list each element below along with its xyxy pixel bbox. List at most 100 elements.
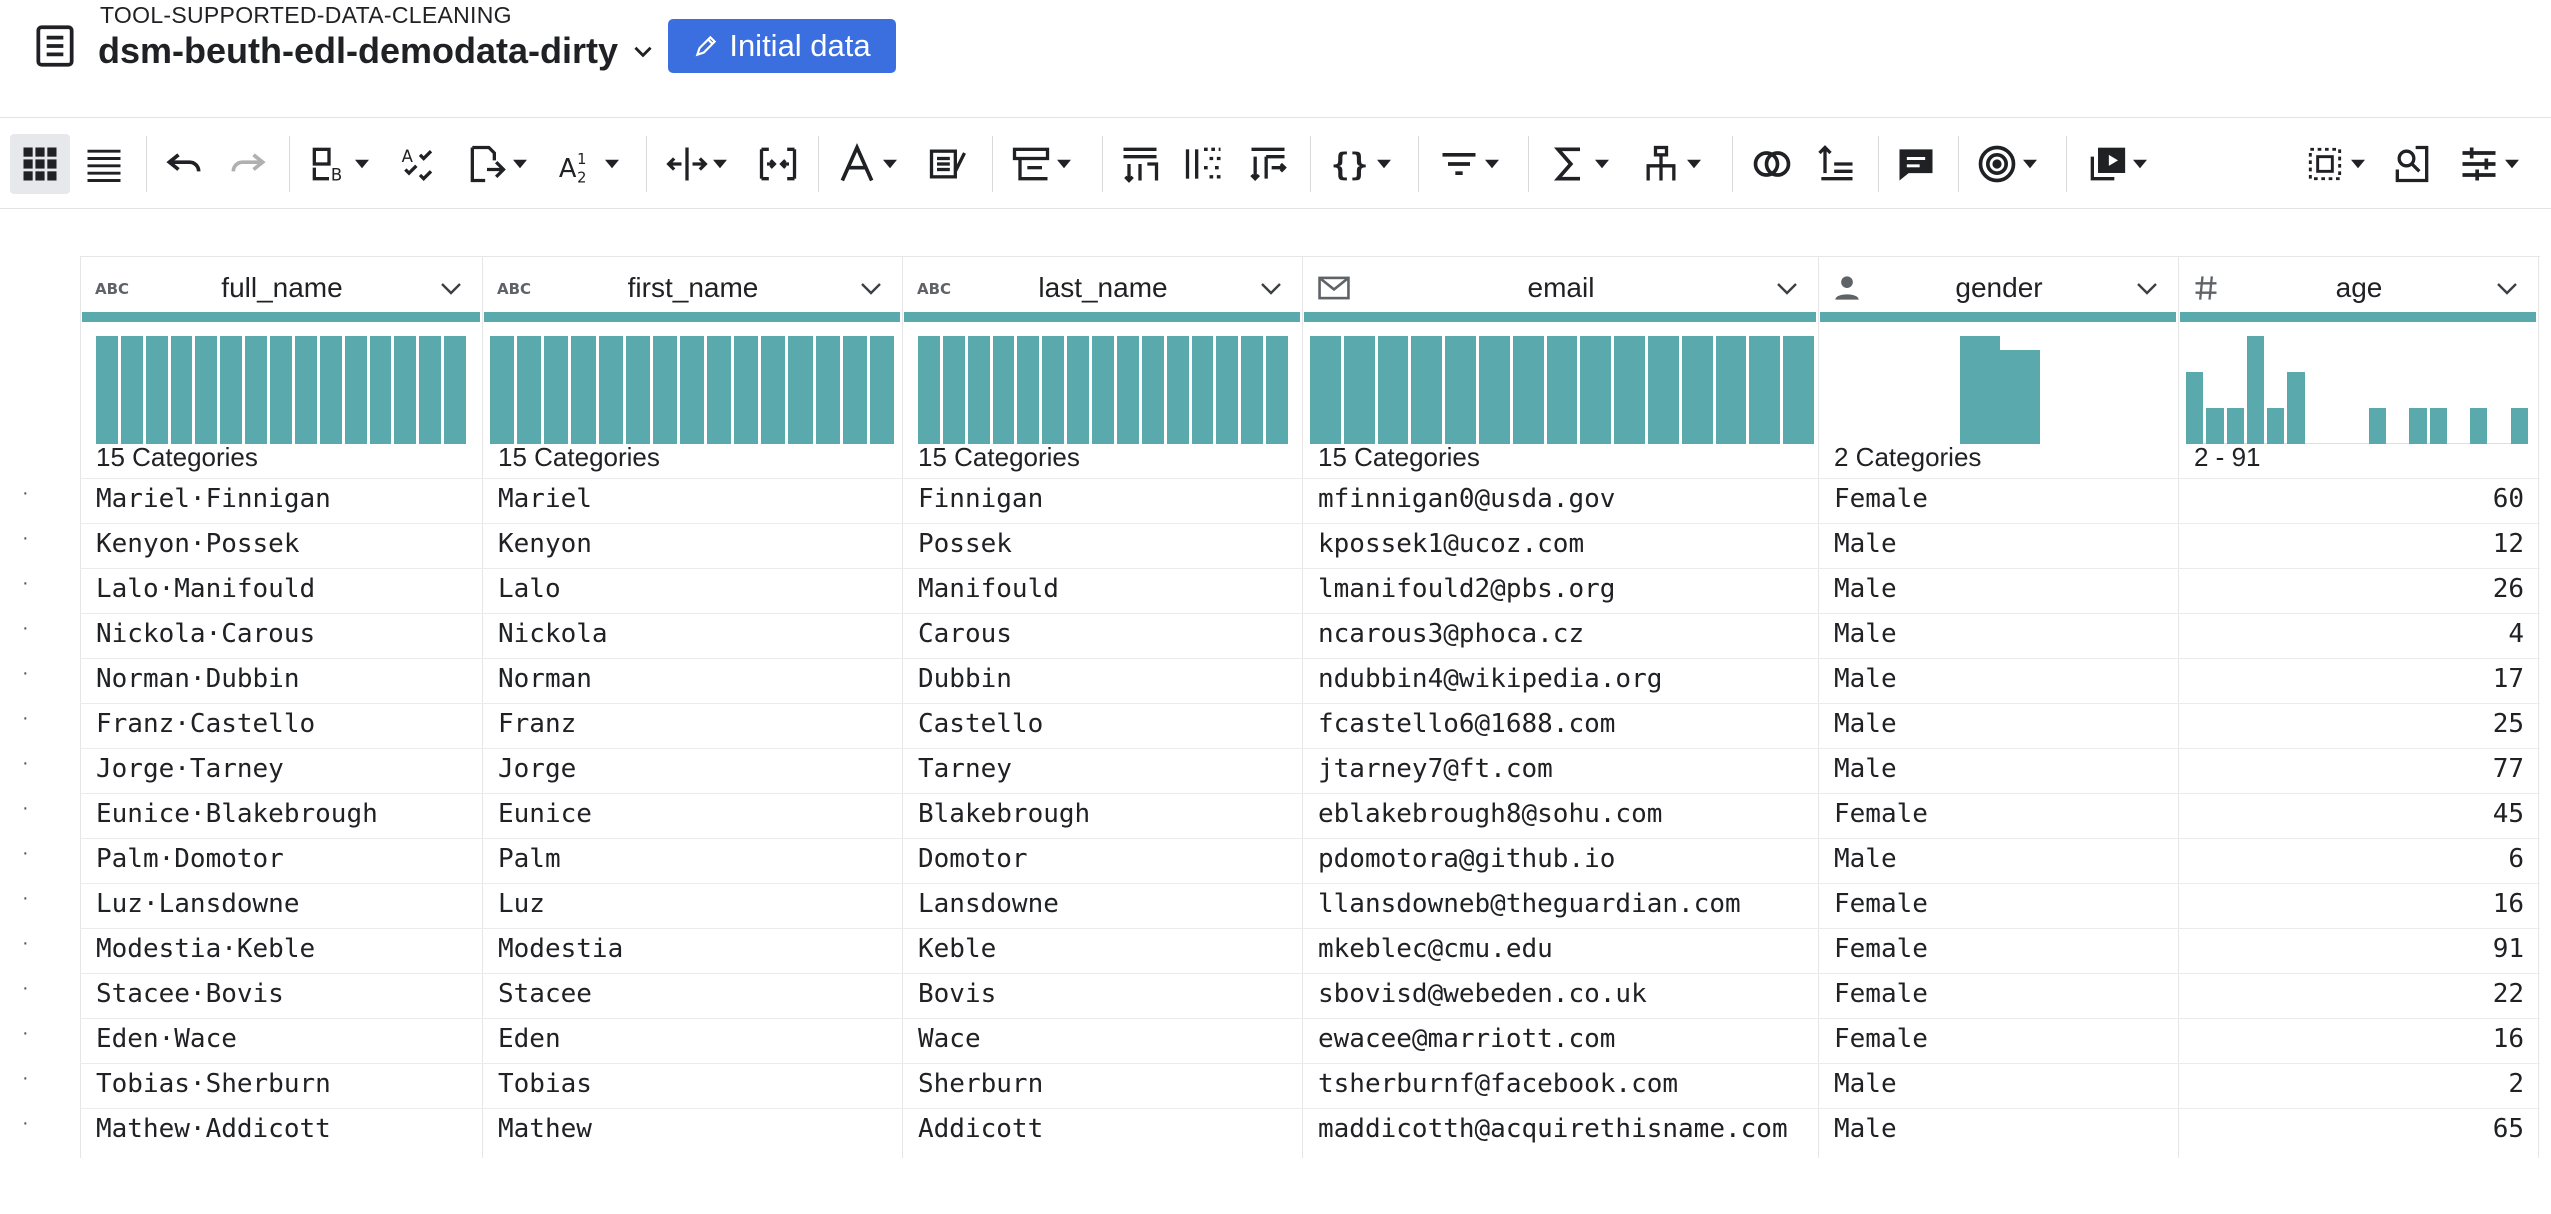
cell-gender[interactable]: Male: [1834, 754, 1897, 784]
histogram-bar[interactable]: [444, 336, 466, 444]
histogram-bar[interactable]: [1614, 336, 1645, 444]
cell-full-name[interactable]: Palm·Domotor: [96, 844, 284, 874]
cell-last-name[interactable]: Possek: [918, 529, 1012, 559]
histogram-bar[interactable]: [96, 336, 118, 444]
table-row[interactable]: [80, 658, 2540, 703]
cell-gender[interactable]: Female: [1834, 799, 1928, 829]
table-row[interactable]: [80, 478, 2540, 523]
cell-full-name[interactable]: Mariel·Finnigan: [96, 484, 331, 514]
histogram-bar[interactable]: [220, 336, 243, 444]
table-row[interactable]: [80, 568, 2540, 613]
histogram-bar[interactable]: [270, 336, 292, 444]
filter-rows-button[interactable]: [1112, 134, 1168, 194]
cell-last-name[interactable]: Domotor: [918, 844, 1028, 874]
histogram-bar[interactable]: [1512, 336, 1544, 444]
cell-first-name[interactable]: Mathew: [498, 1114, 592, 1144]
column-header-email[interactable]: email: [1304, 256, 1818, 318]
cell-full-name[interactable]: Jorge·Tarney: [96, 754, 284, 784]
cell-age[interactable]: 45: [2493, 799, 2524, 829]
cell-first-name[interactable]: Nickola: [498, 619, 608, 649]
label-type-button[interactable]: B: [300, 134, 376, 194]
cell-last-name[interactable]: Carous: [918, 619, 1012, 649]
histogram-bar[interactable]: [2246, 336, 2265, 444]
histogram-bar[interactable]: [245, 336, 268, 444]
histogram-gender[interactable]: [1960, 328, 2040, 448]
sum-button[interactable]: [1540, 134, 1616, 194]
comment-button[interactable]: [1888, 134, 1944, 194]
histogram-bar[interactable]: [2409, 408, 2427, 444]
extract-button[interactable]: [920, 134, 976, 194]
histogram-bar[interactable]: [842, 336, 867, 444]
histogram-bar[interactable]: [1116, 336, 1139, 444]
row-marker[interactable]: ·: [22, 797, 29, 819]
histogram-bar[interactable]: [1749, 336, 1781, 444]
histogram-bar[interactable]: [2186, 372, 2204, 444]
column-header-full-name[interactable]: ABC full_name: [82, 256, 482, 318]
cell-gender[interactable]: Male: [1834, 574, 1897, 604]
histogram-bar[interactable]: [2368, 408, 2386, 444]
cell-full-name[interactable]: Kenyon·Possek: [96, 529, 300, 559]
undo-button[interactable]: [156, 134, 212, 194]
fill-button[interactable]: [458, 134, 534, 194]
row-marker[interactable]: ·: [22, 1112, 29, 1134]
cell-first-name[interactable]: Eunice: [498, 799, 592, 829]
cell-age[interactable]: 2: [2508, 1069, 2524, 1099]
split-column-button[interactable]: [658, 134, 734, 194]
cell-first-name[interactable]: Norman: [498, 664, 592, 694]
histogram-bar[interactable]: [1266, 336, 1288, 444]
histogram-bar[interactable]: [2226, 408, 2244, 444]
histogram-bar[interactable]: [2000, 349, 2040, 444]
histogram-bar[interactable]: [598, 336, 623, 444]
histogram-bar[interactable]: [1343, 336, 1375, 444]
histogram-bar[interactable]: [120, 336, 143, 444]
histogram-full-name[interactable]: [96, 328, 466, 448]
cell-gender[interactable]: Male: [1834, 619, 1897, 649]
histogram-bar[interactable]: [544, 336, 569, 444]
histogram-bar[interactable]: [625, 336, 650, 444]
select-button[interactable]: [2296, 134, 2372, 194]
list-view-button[interactable]: [74, 134, 134, 194]
histogram-bar[interactable]: [490, 336, 515, 444]
cell-age[interactable]: 25: [2493, 709, 2524, 739]
cell-email[interactable]: fcastello6@1688.com: [1318, 709, 1615, 739]
cell-full-name[interactable]: Tobias·Sherburn: [96, 1069, 331, 1099]
chevron-down-icon[interactable]: [440, 282, 462, 296]
cell-full-name[interactable]: Franz·Castello: [96, 709, 315, 739]
histogram-bar[interactable]: [1092, 336, 1114, 444]
row-marker[interactable]: ·: [22, 617, 29, 639]
cell-gender[interactable]: Female: [1834, 484, 1928, 514]
chevron-down-icon[interactable]: [2496, 282, 2518, 296]
cell-last-name[interactable]: Sherburn: [918, 1069, 1043, 1099]
grid-view-button[interactable]: [10, 134, 70, 194]
histogram-bar[interactable]: [1216, 336, 1239, 444]
cell-gender[interactable]: Male: [1834, 844, 1897, 874]
column-header-age[interactable]: age: [2180, 256, 2538, 318]
cell-age[interactable]: 26: [2493, 574, 2524, 604]
cell-last-name[interactable]: Addicott: [918, 1114, 1043, 1144]
find-button[interactable]: [2384, 134, 2440, 194]
histogram-last-name[interactable]: [918, 328, 1288, 448]
chevron-down-icon[interactable]: [1776, 282, 1798, 296]
row-marker[interactable]: ·: [22, 887, 29, 909]
row-marker[interactable]: ·: [22, 572, 29, 594]
cell-full-name[interactable]: Nickola·Carous: [96, 619, 315, 649]
cell-first-name[interactable]: Palm: [498, 844, 561, 874]
histogram-bar[interactable]: [517, 336, 542, 444]
cell-first-name[interactable]: Eden: [498, 1024, 561, 1054]
row-marker[interactable]: ·: [22, 752, 29, 774]
cell-email[interactable]: sbovisd@webeden.co.uk: [1318, 979, 1647, 1009]
table-row[interactable]: [80, 1063, 2540, 1108]
row-marker[interactable]: ·: [22, 842, 29, 864]
cell-last-name[interactable]: Lansdowne: [918, 889, 1059, 919]
table-row[interactable]: [80, 793, 2540, 838]
histogram-bar[interactable]: [571, 336, 596, 444]
table-row[interactable]: [80, 1108, 2540, 1153]
cell-last-name[interactable]: Finnigan: [918, 484, 1043, 514]
cell-gender[interactable]: Male: [1834, 529, 1897, 559]
histogram-bar[interactable]: [2470, 408, 2488, 444]
cell-email[interactable]: tsherburnf@facebook.com: [1318, 1069, 1678, 1099]
split-rows-button[interactable]: [1176, 134, 1232, 194]
histogram-bar[interactable]: [869, 336, 894, 444]
table-row[interactable]: [80, 883, 2540, 928]
group-button[interactable]: [1002, 134, 1078, 194]
